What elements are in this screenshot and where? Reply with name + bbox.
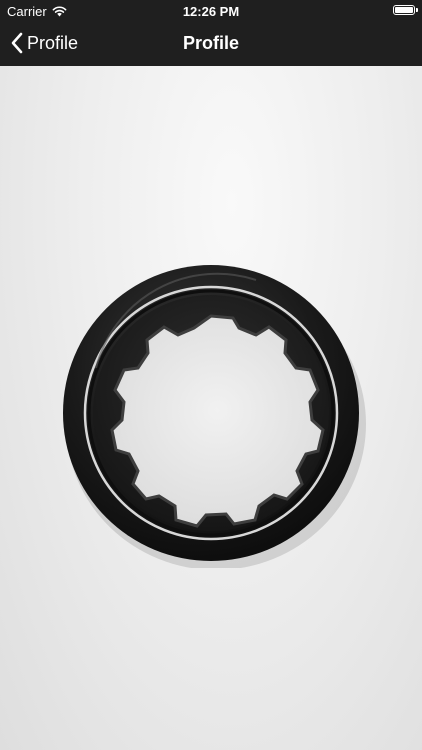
product-image: [56, 258, 366, 570]
status-time: 12:26 PM: [182, 4, 240, 19]
battery-level: [395, 7, 413, 13]
status-bar: Carrier 12:26 PM: [0, 0, 422, 22]
battery-tip: [416, 8, 418, 12]
ring-illustration: [63, 265, 366, 570]
content-area: [0, 66, 422, 750]
battery-icon: [393, 5, 415, 15]
screen: Carrier 12:26 PM Profile Profile: [0, 0, 422, 750]
page-title: Profile: [182, 33, 239, 53]
navigation-bar: Profile Profile: [0, 22, 422, 66]
